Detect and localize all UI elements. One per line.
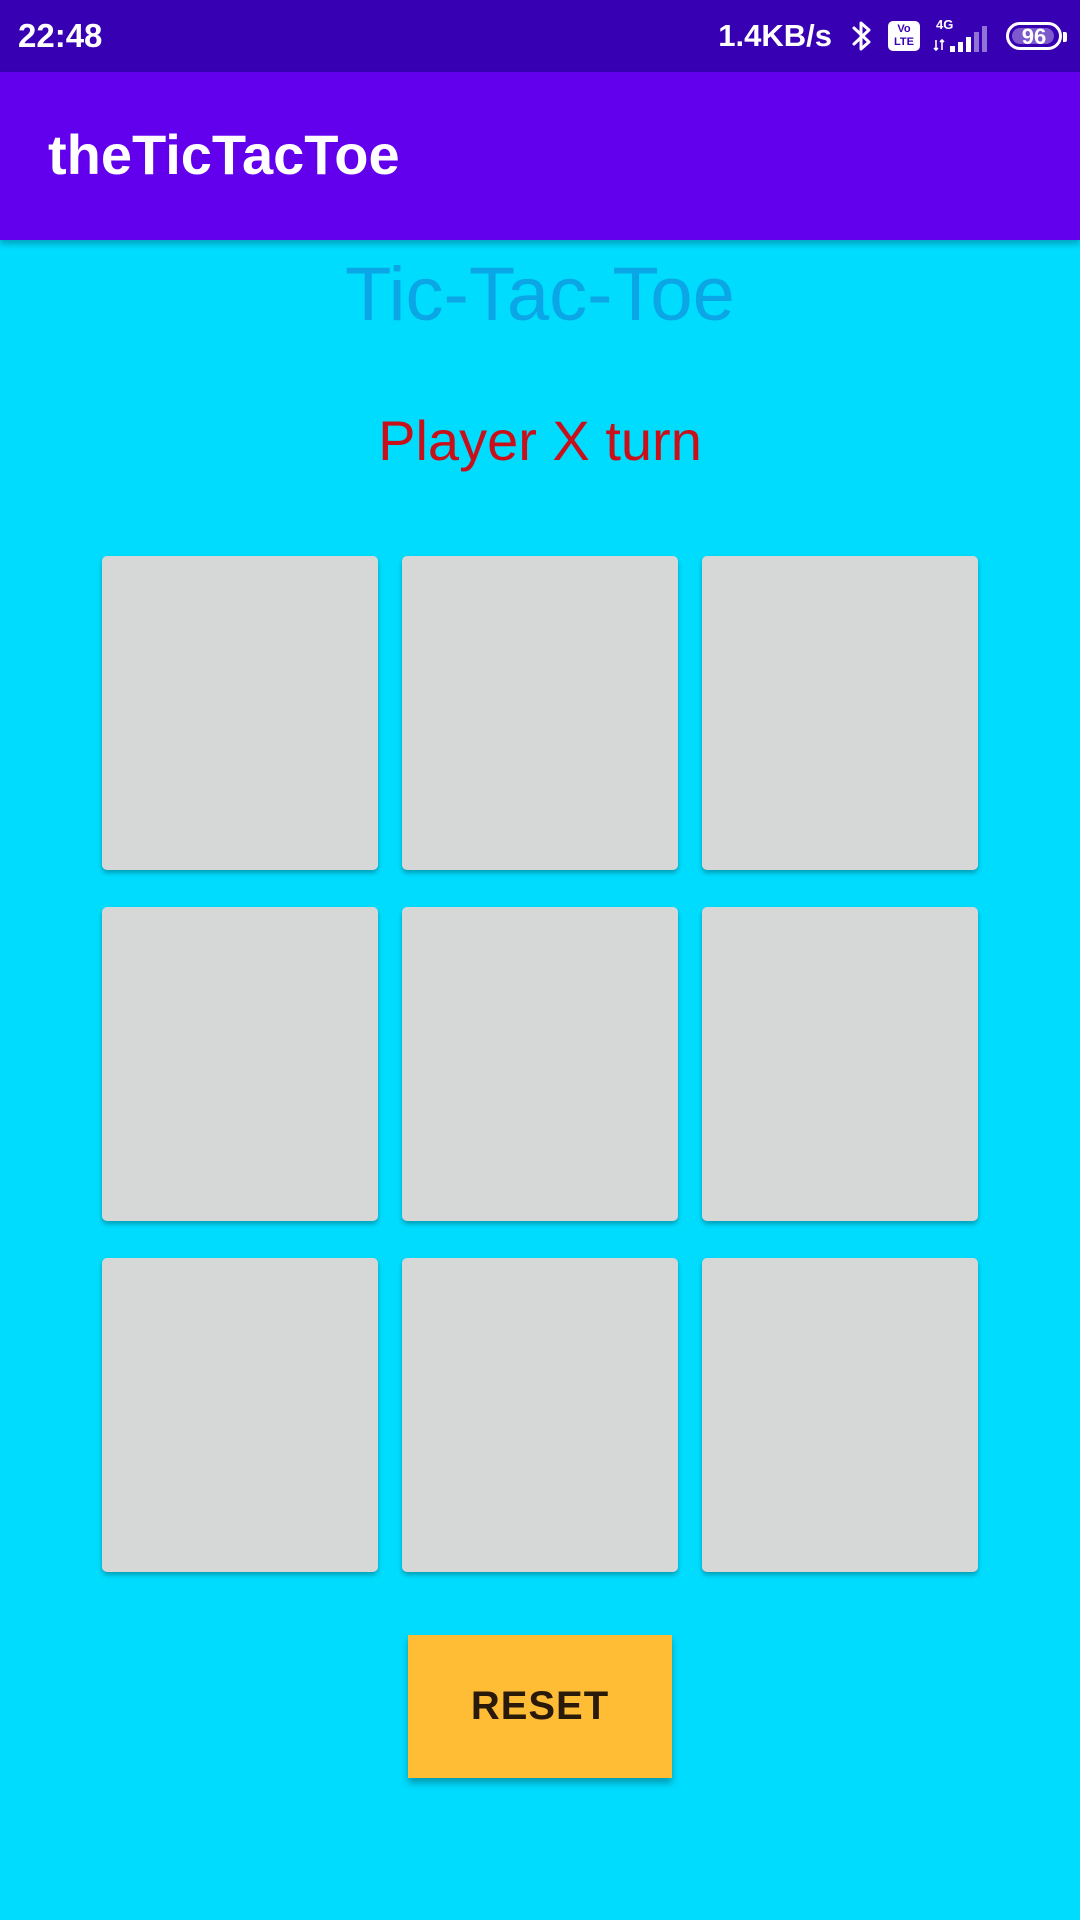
battery-icon: 96 — [1006, 22, 1067, 50]
battery-nub — [1063, 32, 1067, 42]
turn-indicator: Player X turn — [378, 409, 702, 472]
status-bar: 22:48 1.4KB/s Vo LTE 4G 96 — [0, 0, 1080, 72]
volte-icon: Vo LTE — [888, 21, 920, 51]
status-icons: 1.4KB/s Vo LTE 4G 96 — [718, 0, 1067, 72]
board-cell-0-1[interactable] — [402, 556, 678, 870]
app-title: theTicTacToe — [48, 123, 400, 186]
battery-level: 96 — [1021, 24, 1047, 49]
reset-button[interactable]: RESET — [408, 1635, 672, 1778]
app-bar: theTicTacToe — [0, 72, 1080, 240]
volte-label-top: Vo — [897, 23, 911, 35]
board-cell-1-1[interactable] — [402, 907, 678, 1221]
board-cell-1-0[interactable] — [102, 907, 378, 1221]
board-cell-2-2[interactable] — [702, 1258, 978, 1572]
board-cell-2-0[interactable] — [102, 1258, 378, 1572]
board-cell-1-2[interactable] — [702, 907, 978, 1221]
network-type: 4G — [936, 17, 953, 32]
bluetooth-icon — [852, 21, 871, 51]
game-title: Tic-Tac-Toe — [345, 252, 735, 337]
network-speed: 1.4KB/s — [718, 18, 832, 53]
board-cell-0-2[interactable] — [702, 556, 978, 870]
board-cell-0-0[interactable] — [102, 556, 378, 870]
status-time: 22:48 — [18, 17, 103, 54]
screen: 22:48 1.4KB/s Vo LTE 4G 96 theTicTacToe … — [0, 0, 1080, 1920]
game-board — [102, 556, 978, 1572]
board-cell-2-1[interactable] — [402, 1258, 678, 1572]
volte-label-bottom: LTE — [894, 36, 914, 48]
signal-icon: 4G — [933, 17, 987, 52]
